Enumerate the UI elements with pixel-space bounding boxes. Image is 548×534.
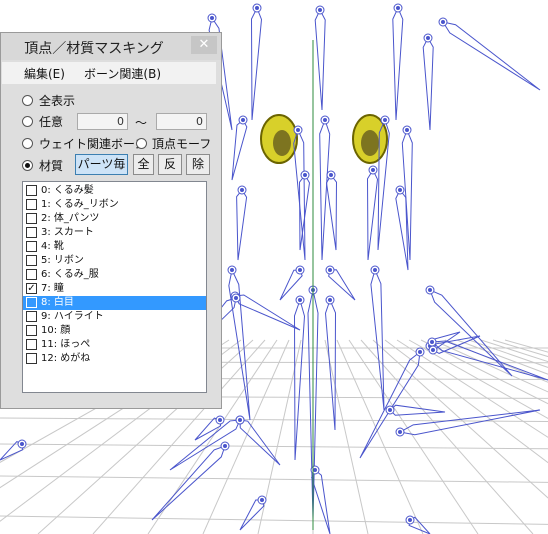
menu-bone[interactable]: ボーン関連(B) — [84, 65, 161, 82]
item-label: 6: くるみ_服 — [41, 269, 99, 280]
item-label: 10: 顔 — [41, 325, 71, 336]
list-item[interactable]: 11: ほっぺ — [23, 338, 206, 352]
list-item[interactable]: 9: ハイライト — [23, 310, 206, 324]
item-checkbox[interactable] — [26, 297, 37, 308]
remove-button[interactable]: 除 — [186, 154, 210, 175]
show-all-radio[interactable] — [22, 95, 33, 106]
item-checkbox[interactable] — [26, 311, 37, 322]
list-item[interactable]: 8: 白目 — [23, 296, 206, 310]
vertex-morph-radio[interactable] — [136, 138, 147, 149]
menu-edit[interactable]: 編集(E) — [24, 65, 65, 82]
range-from-field[interactable]: 0 — [77, 113, 128, 130]
item-checkbox[interactable] — [26, 185, 37, 196]
item-checkbox[interactable] — [26, 269, 37, 280]
per-part-button[interactable]: パーツ毎 — [75, 154, 128, 175]
menu-bar: 編集(E) ボーン関連(B) — [2, 62, 216, 84]
item-checkbox[interactable] — [26, 255, 37, 266]
show-all-label: 全表示 — [39, 94, 76, 108]
range-to-field[interactable]: 0 — [156, 113, 207, 130]
item-checkbox[interactable] — [26, 339, 37, 350]
item-checkbox[interactable]: ✓ — [26, 283, 37, 294]
list-item[interactable]: 12: めがね — [23, 352, 206, 366]
title-bar[interactable]: 頂点／材質マスキング ✕ — [1, 33, 221, 60]
list-item[interactable]: 2: 体_パンツ — [23, 212, 206, 226]
item-label: 0: くるみ髪 — [41, 185, 94, 196]
item-checkbox[interactable] — [26, 227, 37, 238]
select-all-button[interactable]: 全 — [133, 154, 154, 175]
item-label: 8: 白目 — [41, 297, 74, 308]
item-label: 11: ほっぺ — [41, 339, 91, 350]
list-item[interactable]: 6: くるみ_服 — [23, 268, 206, 282]
range-separator: ～ — [135, 116, 148, 130]
item-checkbox[interactable] — [26, 241, 37, 252]
item-label: 7: 瞳 — [41, 283, 64, 294]
arbitrary-label: 任意 — [39, 115, 64, 129]
close-button[interactable]: ✕ — [191, 36, 217, 54]
item-checkbox[interactable] — [26, 325, 37, 336]
weight-bone-radio[interactable] — [22, 138, 33, 149]
item-label: 1: くるみ_リボン — [41, 199, 119, 210]
material-label: 材質 — [39, 159, 64, 173]
vertex-morph-label: 頂点モーフ — [152, 137, 212, 151]
list-item[interactable]: ✓ 7: 瞳 — [23, 282, 206, 296]
list-item[interactable]: 5: リボン — [23, 254, 206, 268]
list-item[interactable]: 0: くるみ髪 — [23, 184, 206, 198]
vertex-material-masking-window: 頂点／材質マスキング ✕ 編集(E) ボーン関連(B) 全表示 任意 0 ～ 0… — [0, 32, 222, 409]
item-label: 12: めがね — [41, 353, 91, 364]
material-list[interactable]: 0: くるみ髪 1: くるみ_リボン 2: 体_パンツ 3: スカート 4: 靴 5: リ… — [22, 181, 207, 393]
item-label: 9: ハイライト — [41, 311, 104, 322]
list-item[interactable]: 3: スカート — [23, 226, 206, 240]
item-label: 2: 体_パンツ — [41, 213, 100, 224]
item-checkbox[interactable] — [26, 353, 37, 364]
material-radio[interactable] — [22, 160, 33, 171]
item-checkbox[interactable] — [26, 213, 37, 224]
window-title: 頂点／材質マスキング — [24, 41, 164, 57]
list-item[interactable]: 1: くるみ_リボン — [23, 198, 206, 212]
list-item[interactable]: 4: 靴 — [23, 240, 206, 254]
item-label: 3: スカート — [41, 227, 94, 238]
right-pupil — [361, 130, 379, 156]
invert-button[interactable]: 反 — [158, 154, 182, 175]
arbitrary-radio[interactable] — [22, 116, 33, 127]
left-pupil — [273, 130, 291, 156]
weight-bone-label: ウェイト関連ボーン — [39, 137, 147, 151]
item-label: 4: 靴 — [41, 241, 64, 252]
item-checkbox[interactable] — [26, 199, 37, 210]
item-label: 5: リボン — [41, 255, 84, 266]
list-item[interactable]: 10: 顔 — [23, 324, 206, 338]
